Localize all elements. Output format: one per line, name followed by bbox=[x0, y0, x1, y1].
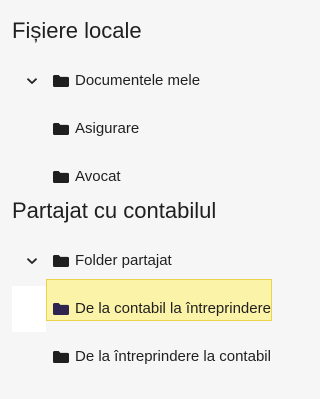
section-title-local-files: Fișiere locale bbox=[12, 18, 142, 43]
folder-icon bbox=[52, 122, 70, 136]
tree-item-asigurare[interactable]: Asigurare bbox=[0, 111, 276, 147]
tree-item-label: Documentele mele bbox=[75, 72, 201, 89]
tree-item-label: Folder partajat bbox=[75, 252, 172, 269]
folder-icon bbox=[52, 302, 70, 316]
chevron-down-icon[interactable] bbox=[26, 75, 38, 87]
file-tree-panel: Fișiere locale Documentele mele Asigurar… bbox=[0, 0, 288, 399]
folder-icon bbox=[52, 350, 70, 364]
folder-icon bbox=[52, 170, 70, 184]
tree-item-label: De la contabil la întreprindere bbox=[75, 300, 271, 317]
tree-item-avocat[interactable]: Avocat bbox=[0, 159, 276, 195]
folder-icon bbox=[52, 74, 70, 88]
chevron-down-icon[interactable] bbox=[26, 255, 38, 267]
tree-item-label: De la întreprindere la contabil bbox=[75, 348, 271, 365]
tree-item-label: Asigurare bbox=[75, 120, 140, 137]
tree-item-folder-partajat[interactable]: Folder partajat bbox=[0, 243, 276, 279]
folder-icon bbox=[52, 254, 70, 268]
tree-item-documentele-mele[interactable]: Documentele mele bbox=[0, 63, 276, 99]
tree-item-de-la-contabil-la-intreprindere[interactable]: De la contabil la întreprindere bbox=[0, 291, 276, 327]
tree-item-label: Avocat bbox=[75, 168, 121, 185]
scrollbar[interactable] bbox=[274, 0, 288, 399]
tree-item-de-la-intreprindere-la-contabil[interactable]: De la întreprindere la contabil bbox=[0, 339, 276, 375]
section-title-shared-with-accountant: Partajat cu contabilul bbox=[12, 198, 217, 223]
